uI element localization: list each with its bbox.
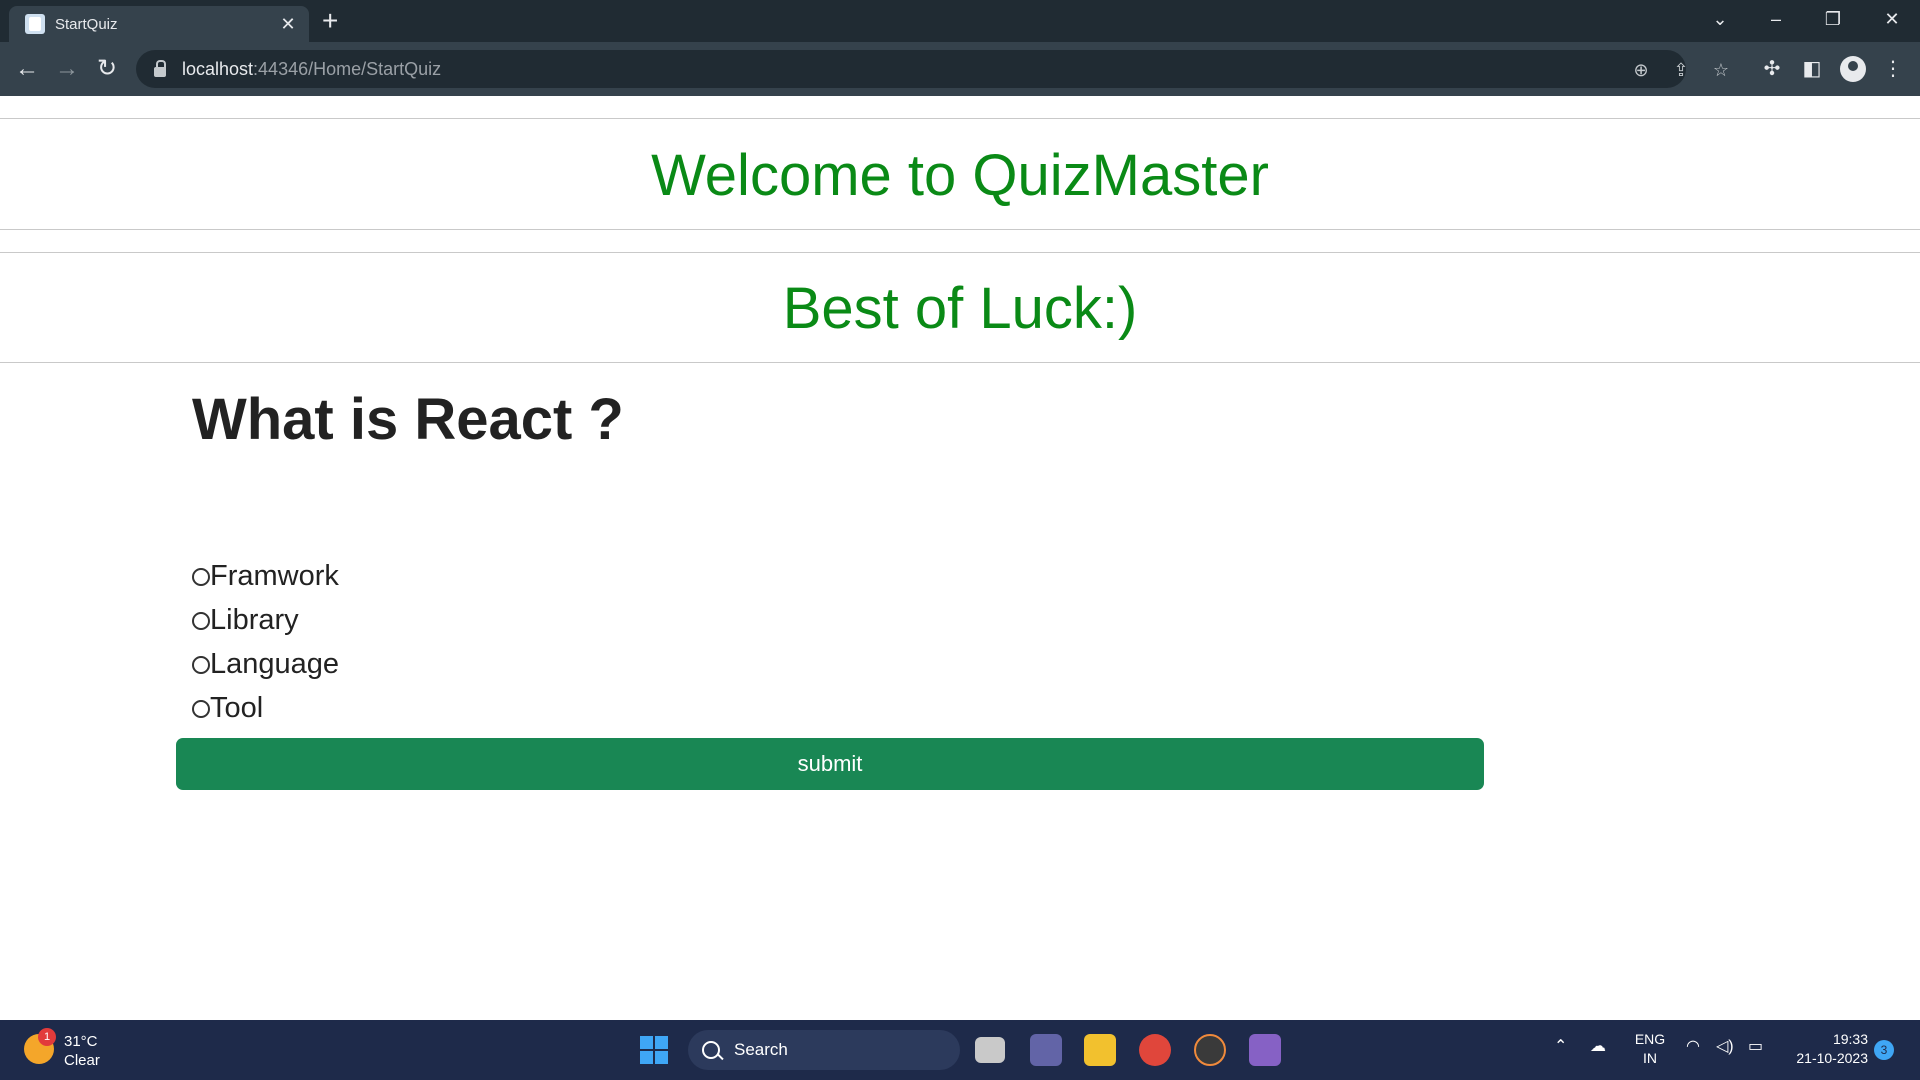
option-label: Tool <box>210 692 264 724</box>
chrome-icon[interactable] <box>1139 1034 1171 1066</box>
windows-start-icon[interactable] <box>640 1036 668 1064</box>
minimize-icon[interactable]: – <box>1756 4 1796 34</box>
restore-icon[interactable]: ❐ <box>1813 4 1853 34</box>
browser-toolbar: ← → ↻ localhost:44346/Home/StartQuiz ⊕ ⇪… <box>0 42 1920 96</box>
close-window-icon[interactable]: ✕ <box>1872 4 1912 34</box>
side-panel-icon[interactable]: ◧ <box>1799 56 1825 82</box>
forward-arrow-icon[interactable]: → <box>51 53 83 85</box>
option-label: Library <box>210 604 299 636</box>
search-icon <box>702 1041 720 1059</box>
divider <box>0 118 1920 119</box>
radio-button[interactable] <box>192 611 210 630</box>
volume-icon[interactable]: ◁) <box>1716 1036 1734 1056</box>
option-label: Language <box>210 648 340 680</box>
weather-desc: Clear <box>64 1052 100 1069</box>
zoom-icon[interactable]: ⊕ <box>1631 60 1651 80</box>
wifi-icon[interactable]: ◠ <box>1686 1036 1700 1056</box>
back-arrow-icon[interactable]: ← <box>11 53 43 85</box>
address-bar[interactable]: localhost:44346/Home/StartQuiz ⊕ ⇪ ☆ <box>136 50 1729 88</box>
option-tool[interactable]: Tool <box>192 692 263 725</box>
browser-tabstrip: StartQuiz ✕ + ⌄ – ❐ ✕ <box>0 0 1920 42</box>
new-tab-icon[interactable]: + <box>322 6 338 36</box>
welcome-heading: Welcome to QuizMaster <box>651 143 1269 208</box>
divider <box>0 362 1920 363</box>
extensions-icon[interactable]: ✣ <box>1759 56 1785 82</box>
weather-temp: 31°C <box>64 1033 98 1050</box>
option-framwork[interactable]: Framwork <box>192 560 339 593</box>
url-text: localhost:44346/Home/StartQuiz <box>182 59 441 80</box>
weather-badge: 1 <box>38 1028 56 1046</box>
close-tab-icon[interactable]: ✕ <box>275 14 301 35</box>
radio-button[interactable] <box>192 655 210 674</box>
teams-chat-icon[interactable] <box>1030 1034 1062 1066</box>
option-label: Framwork <box>210 560 339 592</box>
weather-widget[interactable]: 31°C Clear <box>64 1032 100 1070</box>
lock-icon[interactable] <box>154 59 166 77</box>
url-path: :44346/Home/StartQuiz <box>253 58 442 79</box>
file-explorer-icon[interactable] <box>1084 1034 1116 1066</box>
divider <box>0 229 1920 230</box>
tab-startquiz[interactable]: StartQuiz ✕ <box>9 6 309 42</box>
menu-kebab-icon[interactable]: ⋮ <box>1880 56 1906 82</box>
share-icon[interactable]: ⇪ <box>1671 60 1691 80</box>
lang-line1: ENG <box>1634 1031 1666 1047</box>
option-language[interactable]: Language <box>192 648 339 681</box>
tab-title: StartQuiz <box>55 15 118 33</box>
taskbar-search[interactable]: Search <box>688 1030 960 1070</box>
reload-icon[interactable]: ↻ <box>91 53 123 85</box>
clock-time: 19:33 <box>1832 1031 1868 1047</box>
tab-search-chevron-icon[interactable]: ⌄ <box>1700 4 1740 34</box>
visual-studio-icon[interactable] <box>1249 1034 1281 1066</box>
onedrive-icon[interactable]: ☁ <box>1590 1036 1606 1056</box>
clock-date: 21-10-2023 <box>1796 1050 1868 1066</box>
submit-button[interactable]: submit <box>176 738 1484 790</box>
question-text: What is React ? <box>192 387 624 452</box>
divider <box>0 252 1920 253</box>
bookmark-star-icon[interactable]: ☆ <box>1711 60 1731 80</box>
lang-line2: IN <box>1643 1050 1657 1066</box>
notification-badge[interactable]: 3 <box>1874 1040 1894 1060</box>
page-favicon-icon <box>25 14 45 34</box>
taskbar: 1 31°C Clear Search ⌃ ☁ ENG IN ◠ ◁) ▭ 19… <box>0 1020 1920 1080</box>
option-library[interactable]: Library <box>192 604 299 637</box>
radio-button[interactable] <box>192 699 210 718</box>
clock[interactable]: 19:33 21-10-2023 <box>1782 1030 1868 1068</box>
luck-heading: Best of Luck:) <box>782 276 1138 341</box>
profile-avatar[interactable] <box>1840 56 1866 82</box>
media-player-icon[interactable] <box>1194 1034 1226 1066</box>
battery-icon[interactable]: ▭ <box>1748 1036 1763 1056</box>
url-host: localhost <box>182 58 254 79</box>
tray-overflow-chevron-icon[interactable]: ⌃ <box>1554 1036 1567 1056</box>
task-view-icon[interactable] <box>975 1037 1005 1063</box>
language-indicator[interactable]: ENG IN <box>1632 1030 1668 1068</box>
quiz-page: Welcome to QuizMaster Best of Luck:) Wha… <box>0 96 1920 1020</box>
radio-button[interactable] <box>192 567 210 586</box>
search-label: Search <box>734 1040 788 1059</box>
